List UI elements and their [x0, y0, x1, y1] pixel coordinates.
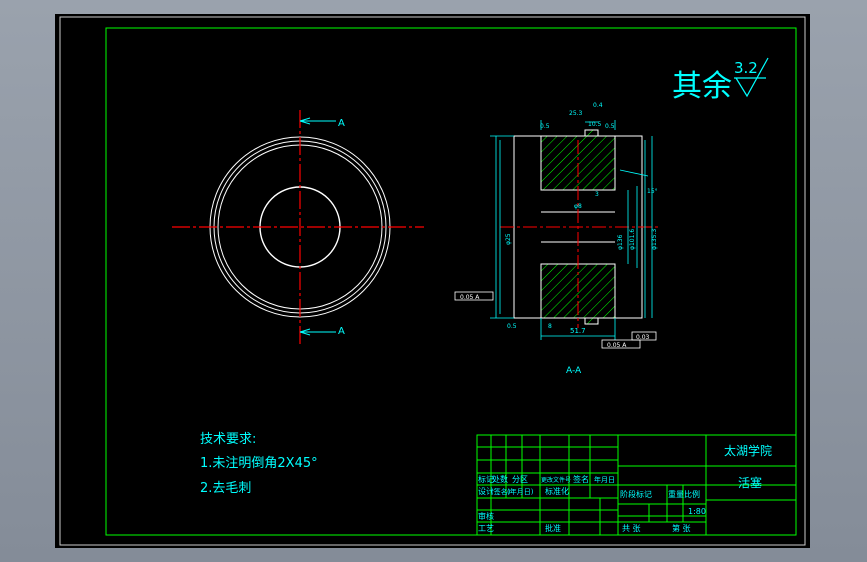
dim-top3: 10.5	[588, 121, 602, 128]
notes-heading: 技术要求:	[200, 432, 256, 447]
drawing-sheet: 其余 3.2 A A 0.4 25.3 10.5 0.5 0.5 3 φ8 15…	[55, 14, 810, 548]
note-1: 1.未注明倒角2X45°	[200, 456, 318, 471]
dim-flat: 8	[548, 323, 552, 330]
section-label: A-A	[566, 366, 582, 376]
dim-top1: 0.4	[593, 102, 603, 109]
tb-sheets-total: 共 张	[622, 524, 641, 533]
tol-right: 0.03	[636, 334, 650, 341]
section-mark-bottom: A	[338, 326, 345, 337]
tb-approve: 审核	[478, 511, 494, 521]
note-2: 2.去毛刺	[200, 481, 251, 496]
tb-row2-2: (年月日)	[507, 487, 534, 496]
dim-dia3: φ135.3	[651, 229, 658, 250]
tb-scale: 1:80	[688, 507, 706, 516]
dim-chamfer-right: 0.5	[605, 123, 615, 130]
dim-chamfer-left: 0.5	[540, 123, 550, 130]
dim-angle: 15°	[647, 188, 658, 195]
dim-top2: 25.3	[569, 110, 583, 117]
tb-part-name: 活塞	[738, 475, 762, 490]
tol-left: 0.05 A	[460, 294, 480, 301]
tb-hdr-4: 签名	[573, 474, 589, 484]
tb-hdr-1: 处数	[492, 474, 508, 484]
tb-school: 太湖学院	[724, 443, 772, 458]
tb-hdr-5: 年月日	[594, 475, 615, 484]
section-mark-top: A	[338, 118, 345, 129]
dim-bore: φ8	[574, 203, 582, 210]
tb-sheet-no: 第 张	[672, 523, 691, 533]
tb-stage-1: 重量	[668, 489, 684, 499]
tb-process: 工艺	[478, 524, 494, 533]
dim-height: φ25	[505, 233, 512, 245]
cad-viewport: 其余 3.2 A A 0.4 25.3 10.5 0.5 0.5 3 φ8 15…	[0, 0, 867, 562]
tb-stage-0: 阶段标记	[620, 489, 652, 499]
dim-dia2: φ101.6	[629, 229, 636, 250]
dim-bottom: 51.7	[570, 327, 586, 335]
tb-hdr-2: 分区	[512, 475, 528, 484]
dim-inner-3: 3	[595, 191, 599, 198]
tb-stage-2: 比例	[684, 489, 700, 499]
tb-row2-3: 标准化	[545, 486, 569, 496]
dim-bottom-small: 0.5	[507, 323, 517, 330]
tb-approved-by: 批准	[545, 523, 561, 533]
roughness-prefix: 其余	[672, 69, 732, 104]
tol-bottom: 0.05 A	[607, 342, 627, 349]
dim-dia1: φ136	[617, 234, 624, 250]
roughness-value: 3.2	[734, 59, 758, 77]
tb-hdr-3: 更改文件号	[541, 476, 571, 484]
